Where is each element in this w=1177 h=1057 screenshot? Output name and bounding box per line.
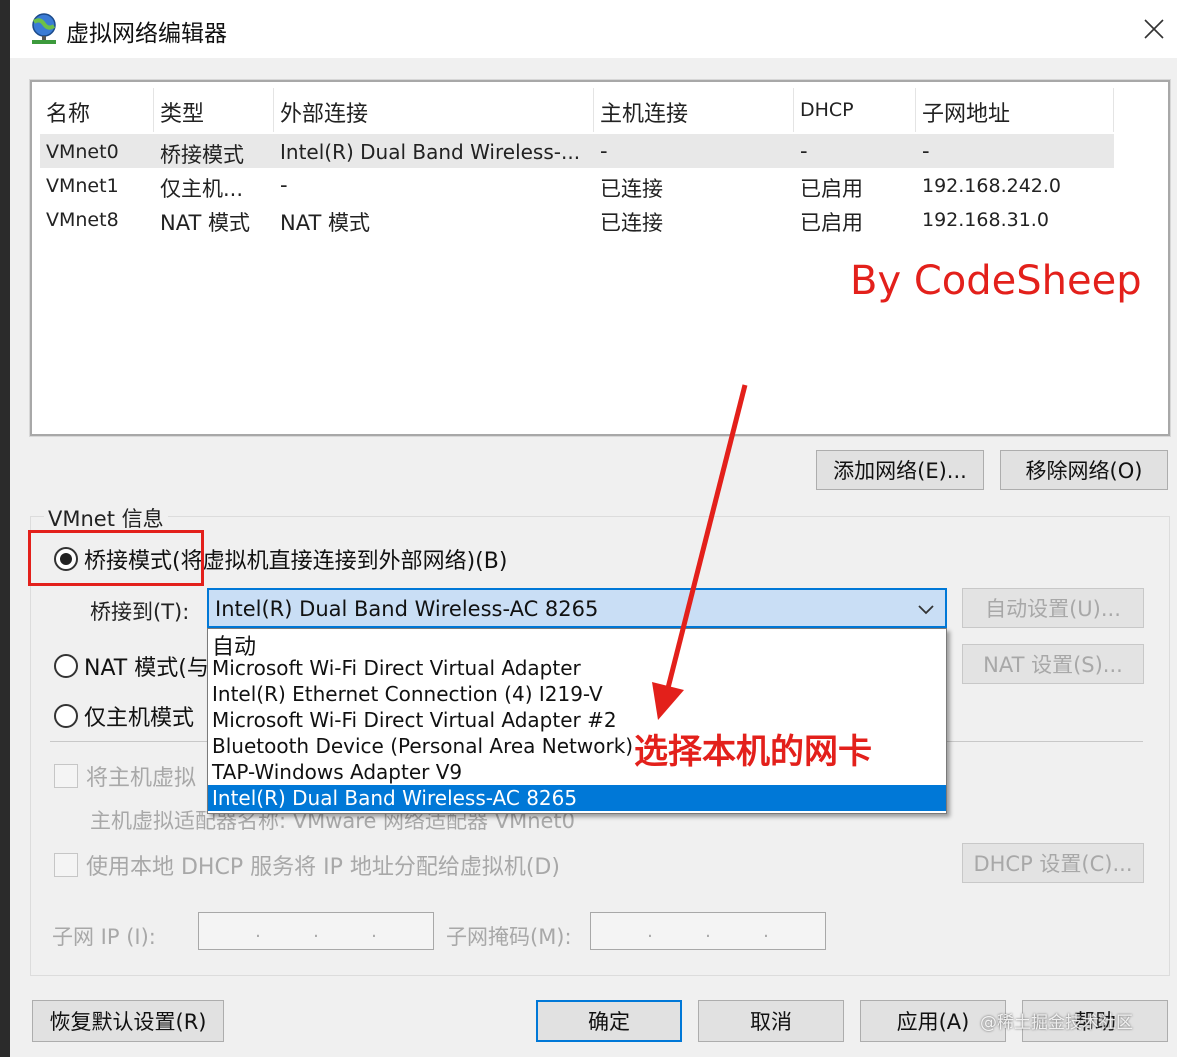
cell-dhcp: -: [800, 139, 808, 163]
chevron-down-icon: [918, 605, 934, 615]
cell-name: VMnet0: [46, 141, 119, 163]
bridge-to-dropdown-list[interactable]: 自动 Microsoft Wi-Fi Direct Virtual Adapte…: [207, 628, 947, 814]
column-header[interactable]: 子网地址: [916, 88, 1114, 132]
cell-subnet: 192.168.242.0: [922, 175, 1062, 197]
cell-name: VMnet1: [46, 175, 119, 197]
cell-subnet: -: [922, 139, 930, 163]
credit-watermark: @稀土掘金技术社区: [980, 1013, 1133, 1033]
cell-dhcp: 已启用: [800, 211, 863, 235]
radio-unchecked-icon: [54, 704, 78, 728]
cell-name: VMnet8: [46, 209, 119, 231]
background-edge: [0, 0, 10, 1057]
cell-host: 已连接: [600, 177, 663, 201]
host-only-label: 仅主机模式: [84, 706, 195, 731]
cancel-button[interactable]: 取消: [698, 1000, 844, 1042]
use-local-dhcp-label: 使用本地 DHCP 服务将 IP 地址分配给虚拟机(D): [86, 855, 560, 880]
dhcp-settings-button[interactable]: DHCP 设置(C)...: [962, 843, 1144, 883]
annotation-highlight-box: [28, 530, 204, 586]
column-header[interactable]: 类型: [154, 88, 274, 132]
column-header[interactable]: DHCP: [794, 88, 916, 132]
connect-host-adapter-label: 将主机虚拟: [86, 766, 197, 791]
auto-settings-button[interactable]: 自动设置(U)...: [962, 588, 1144, 628]
virtual-network-editor-window: 虚拟网络编辑器 名称 类型 外部连接 主机连接 DHCP 子网地址 VMnet0…: [10, 0, 1177, 1057]
cell-subnet: 192.168.31.0: [922, 209, 1049, 231]
subnet-ip-field[interactable]: ...: [198, 912, 434, 950]
subnet-mask-label: 子网掩码(M):: [446, 925, 572, 949]
bridge-to-select[interactable]: Intel(R) Dual Band Wireless-AC 8265: [207, 588, 947, 628]
restore-defaults-button[interactable]: 恢复默认设置(R): [32, 1000, 224, 1042]
cell-external: Intel(R) Dual Band Wireless-...: [280, 140, 581, 164]
cell-type: 桥接模式: [160, 143, 244, 167]
close-icon: [1144, 19, 1164, 39]
host-only-radio[interactable]: 仅主机模式: [54, 700, 194, 732]
title-bar: 虚拟网络编辑器: [10, 0, 1177, 58]
column-header[interactable]: 外部连接: [274, 88, 594, 132]
cell-host: 已连接: [600, 211, 663, 235]
nat-mode-radio[interactable]: NAT 模式(与: [54, 650, 209, 682]
cell-external: NAT 模式: [280, 211, 370, 235]
network-list[interactable]: 名称 类型 外部连接 主机连接 DHCP 子网地址 VMnet0 桥接模式 In…: [29, 79, 1171, 437]
ok-button[interactable]: 确定: [536, 1000, 682, 1042]
subnet-mask-field[interactable]: ...: [590, 912, 826, 950]
codesheep-watermark: By CodeSheep: [850, 258, 1142, 304]
nat-settings-button[interactable]: NAT 设置(S)...: [962, 644, 1144, 684]
table-row[interactable]: VMnet1 仅主机... - 已连接 已启用 192.168.242.0: [40, 168, 1114, 202]
table-header: 名称 类型 外部连接 主机连接 DHCP 子网地址: [40, 88, 1114, 132]
cell-type: 仅主机...: [160, 177, 244, 201]
cell-type: NAT 模式: [160, 211, 250, 235]
annotation-text: 选择本机的网卡: [634, 732, 872, 772]
checkbox-icon: [54, 853, 78, 877]
table-row[interactable]: VMnet0 桥接模式 Intel(R) Dual Band Wireless-…: [40, 134, 1114, 168]
dropdown-option[interactable]: Microsoft Wi-Fi Direct Virtual Adapter: [208, 655, 946, 681]
cell-dhcp: 已启用: [800, 177, 863, 201]
table-row[interactable]: VMnet8 NAT 模式 NAT 模式 已连接 已启用 192.168.31.…: [40, 202, 1114, 236]
window-title: 虚拟网络编辑器: [66, 21, 227, 47]
use-local-dhcp-checkbox[interactable]: 使用本地 DHCP 服务将 IP 地址分配给虚拟机(D): [54, 849, 560, 881]
bridge-to-value: Intel(R) Dual Band Wireless-AC 8265: [215, 597, 599, 621]
vmnet-info-label: VMnet 信息: [44, 503, 168, 533]
bridge-to-label: 桥接到(T):: [90, 600, 190, 624]
close-button[interactable]: [1131, 0, 1177, 58]
subnet-ip-label: 子网 IP (I):: [52, 925, 156, 949]
nat-mode-label: NAT 模式(与: [84, 656, 209, 681]
dropdown-option-selected[interactable]: Intel(R) Dual Band Wireless-AC 8265: [208, 785, 946, 811]
dropdown-option[interactable]: Intel(R) Ethernet Connection (4) I219-V: [208, 681, 946, 707]
connect-host-adapter-checkbox[interactable]: 将主机虚拟: [54, 760, 196, 792]
column-header[interactable]: 名称: [40, 88, 154, 132]
remove-network-button[interactable]: 移除网络(O): [1000, 450, 1168, 490]
cell-external: -: [280, 173, 288, 197]
cell-host: -: [600, 139, 608, 163]
dropdown-option[interactable]: 自动: [208, 629, 946, 660]
checkbox-icon: [54, 764, 78, 788]
network-globe-icon: [32, 13, 56, 44]
column-header[interactable]: 主机连接: [594, 88, 794, 132]
radio-unchecked-icon: [54, 654, 78, 678]
add-network-button[interactable]: 添加网络(E)...: [816, 450, 984, 490]
